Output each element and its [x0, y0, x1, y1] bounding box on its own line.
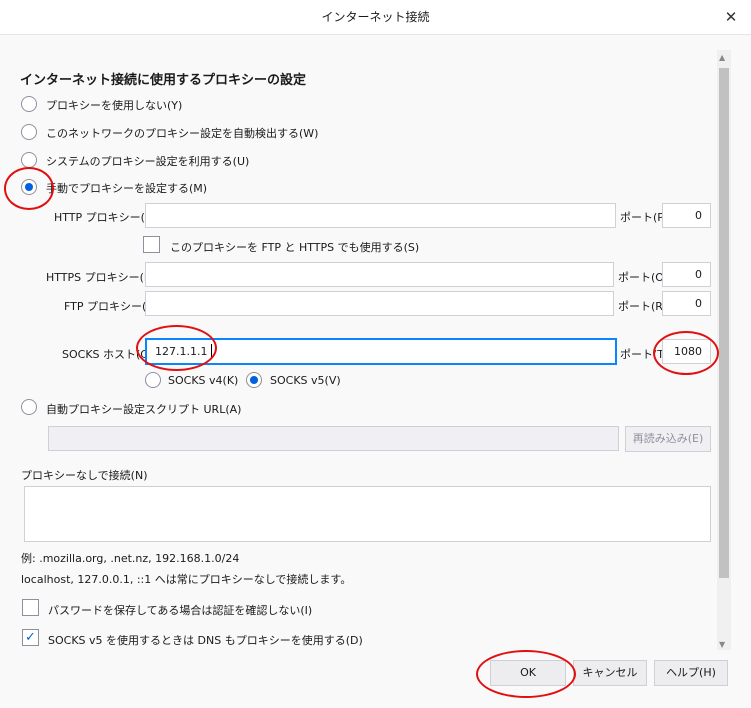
ok-button[interactable]: OK [490, 660, 566, 686]
reload-button[interactable]: 再読み込み(E) [625, 426, 711, 452]
radio-manual-proxy[interactable] [21, 179, 37, 195]
no-proxy-textarea[interactable] [24, 486, 711, 542]
radio-no-proxy[interactable] [21, 96, 37, 112]
scrollbar-thumb[interactable] [719, 68, 729, 578]
https-proxy-label: HTTPS プロキシー(H) [46, 271, 157, 284]
no-proxy-example: 例: .mozilla.org, .net.nz, 192.168.1.0/24 [21, 552, 240, 565]
also-use-label: このプロキシーを FTP と HTTPS でも使用する(S) [170, 241, 420, 254]
no-proxy-label: プロキシーなしで接続(N) [21, 469, 148, 482]
label-socks-v5: SOCKS v5(V) [270, 374, 341, 387]
close-icon[interactable]: ✕ [718, 4, 744, 30]
help-button[interactable]: ヘルプ(H) [654, 660, 728, 686]
section-heading: インターネット接続に使用するプロキシーの設定 [20, 73, 307, 88]
label-no-proxy: プロキシーを使用しない(Y) [46, 99, 183, 112]
https-proxy-input[interactable] [145, 262, 614, 287]
socks-host-input[interactable]: 127.1.1.1 [145, 338, 617, 365]
https-port-label: ポート(O) [618, 271, 669, 284]
ftp-port-input[interactable]: 0 [662, 291, 711, 316]
label-auto-detect: このネットワークのプロキシー設定を自動検出する(W) [46, 127, 319, 140]
text-caret [211, 344, 212, 359]
label-auto-config-url: 自動プロキシー設定スクリプト URL(A) [46, 403, 242, 416]
ftp-proxy-label: FTP プロキシー(F) [64, 300, 157, 313]
radio-auto-detect[interactable] [21, 124, 37, 140]
radio-auto-config-url[interactable] [21, 399, 37, 415]
socks-dns-label: SOCKS v5 を使用するときは DNS もプロキシーを使用する(D) [48, 634, 363, 647]
http-proxy-input[interactable] [145, 203, 616, 228]
label-socks-v4: SOCKS v4(K) [168, 374, 239, 387]
socks-host-label: SOCKS ホスト(C) [62, 348, 153, 361]
radio-system-proxy[interactable] [21, 152, 37, 168]
label-manual-proxy: 手動でプロキシーを設定する(M) [46, 182, 208, 195]
http-proxy-label: HTTP プロキシー(X) [54, 211, 157, 224]
ftp-port-label: ポート(R) [618, 300, 668, 313]
no-auth-prompt-label: パスワードを保存してある場合は認証を確認しない(I) [48, 604, 313, 617]
http-port-label: ポート(P) [620, 211, 669, 224]
window-title: インターネット接続 [321, 10, 430, 24]
auto-config-url-input[interactable] [48, 426, 619, 451]
socks-dns-checkbox[interactable]: ✓ [22, 629, 39, 646]
https-port-input[interactable]: 0 [662, 262, 711, 287]
label-system-proxy: システムのプロキシー設定を利用する(U) [46, 155, 250, 168]
cancel-button[interactable]: キャンセル [573, 660, 647, 686]
ftp-proxy-input[interactable] [145, 291, 614, 316]
radio-socks-v4[interactable] [145, 372, 161, 388]
no-proxy-note: localhost, 127.0.0.1, ::1 へは常にプロキシーなしで接続… [21, 573, 352, 586]
radio-socks-v5[interactable] [246, 372, 262, 388]
socks-port-input[interactable]: 1080 [662, 339, 711, 364]
socks-host-value: 127.1.1.1 [155, 345, 208, 358]
http-port-input[interactable]: 0 [662, 203, 711, 228]
scroll-up-icon[interactable]: ▲ [719, 53, 725, 62]
scroll-down-icon[interactable]: ▼ [719, 640, 725, 649]
also-use-checkbox[interactable] [143, 236, 160, 253]
no-auth-prompt-checkbox[interactable] [22, 599, 39, 616]
